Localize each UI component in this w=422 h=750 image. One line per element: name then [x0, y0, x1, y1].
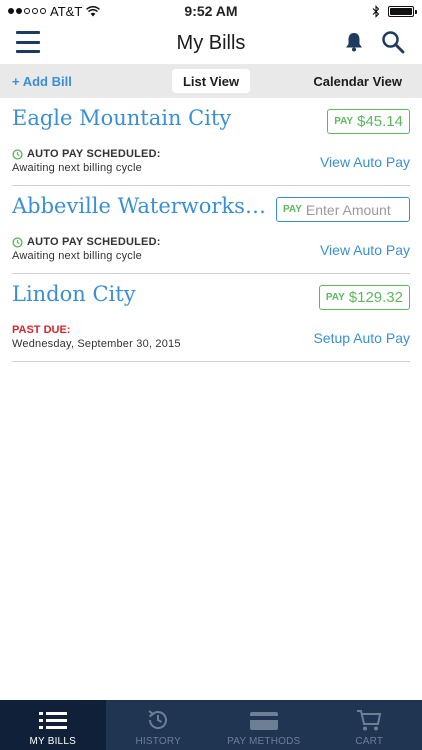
view-toggle-bar: + Add Bill List View Calendar View: [0, 64, 422, 98]
battery-icon: [388, 5, 417, 17]
bill-row: Eagle Mountain City PAY $45.14 AUTO PAY …: [12, 98, 410, 186]
pay-tag: PAY: [283, 204, 302, 215]
status-right: [372, 4, 417, 18]
status-label: AUTO PAY SCHEDULED:: [27, 236, 161, 248]
pay-amount-field[interactable]: PAY: [276, 197, 410, 222]
enter-amount-input[interactable]: [305, 201, 396, 218]
view-auto-pay-link[interactable]: View Auto Pay: [320, 242, 410, 258]
bill-name[interactable]: Lindon City: [12, 282, 136, 306]
tab-label: PAY METHODS: [227, 736, 301, 747]
view-auto-pay-link[interactable]: View Auto Pay: [320, 154, 410, 170]
pay-amount-button[interactable]: PAY $129.32: [318, 285, 410, 310]
tab-cart[interactable]: CART: [317, 700, 422, 750]
search-icon[interactable]: [380, 29, 406, 55]
calendar-view-tab[interactable]: Calendar View: [313, 74, 402, 89]
tab-pay-methods[interactable]: PAY METHODS: [211, 700, 317, 750]
clock-icon: [12, 236, 23, 248]
tab-my-bills[interactable]: MY BILLS: [0, 700, 106, 750]
credit-card-icon: [249, 712, 278, 730]
carrier-label: AT&T: [50, 3, 83, 19]
signal-strength-icon: [8, 8, 46, 14]
autopay-status: AUTO PAY SCHEDULED:: [12, 236, 161, 248]
tab-label: CART: [355, 736, 384, 747]
nav-bar: My Bills: [0, 22, 422, 64]
pay-tag: PAY: [325, 292, 345, 303]
tab-label: MY BILLS: [29, 736, 76, 747]
status-bar: AT&T: [0, 0, 422, 22]
add-bill-button[interactable]: + Add Bill: [12, 74, 72, 89]
status-left: AT&T: [8, 3, 101, 19]
due-date: Wednesday, September 30, 2015: [12, 338, 181, 350]
bill-name[interactable]: Eagle Mountain City: [12, 106, 231, 130]
page-title: My Bills: [176, 31, 246, 54]
bill-name[interactable]: Abbeville Waterworks & Se...: [12, 194, 267, 218]
hamburger-menu-icon[interactable]: [16, 31, 40, 53]
history-icon: [148, 710, 168, 729]
pay-amount: $45.14: [357, 113, 403, 130]
bluetooth-icon: [372, 4, 380, 18]
status-detail: Awaiting next billing cycle: [12, 250, 142, 262]
clock-icon: [12, 148, 23, 160]
past-due-label: PAST DUE:: [12, 324, 71, 336]
bill-list: Eagle Mountain City PAY $45.14 AUTO PAY …: [12, 98, 410, 362]
status-label: AUTO PAY SCHEDULED:: [27, 148, 161, 160]
bill-row: Abbeville Waterworks & Se... PAY AUTO PA…: [12, 186, 410, 274]
list-view-tab[interactable]: List View: [172, 69, 250, 93]
pay-amount: $129.32: [348, 289, 403, 306]
wifi-icon: [86, 5, 101, 16]
bill-row: Lindon City PAY $129.32 PAST DUE: Wednes…: [12, 274, 410, 362]
tab-label: HISTORY: [135, 736, 181, 747]
tab-history[interactable]: HISTORY: [106, 700, 212, 750]
setup-auto-pay-link[interactable]: Setup Auto Pay: [313, 330, 410, 346]
autopay-status: AUTO PAY SCHEDULED:: [12, 148, 161, 160]
pay-tag: PAY: [334, 116, 354, 127]
bell-icon[interactable]: [342, 30, 366, 54]
pay-amount-button[interactable]: PAY $45.14: [327, 109, 410, 134]
tab-bar: MY BILLS HISTORY PAY METHODS CART: [0, 700, 422, 750]
status-detail: Awaiting next billing cycle: [12, 162, 142, 174]
list-icon: [38, 712, 67, 729]
cart-icon: [357, 710, 382, 731]
